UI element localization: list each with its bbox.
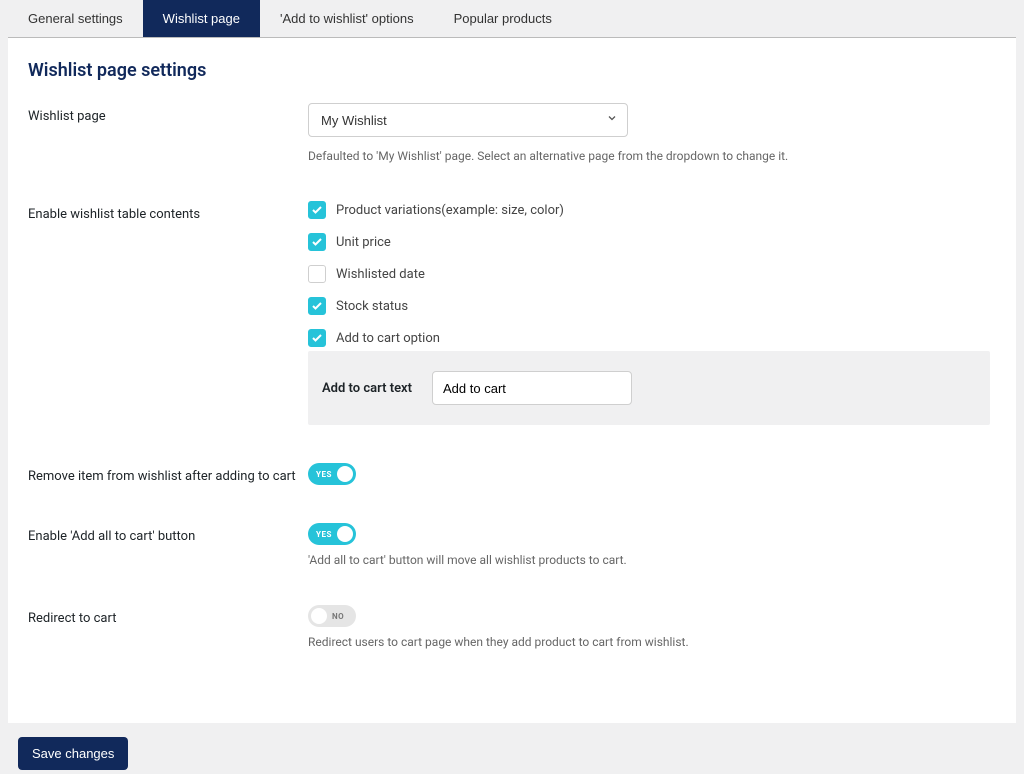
toggle-knob xyxy=(337,466,353,482)
checkbox-label: Product variations(example: size, color) xyxy=(336,203,564,218)
tab-popular-products[interactable]: Popular products xyxy=(434,0,572,37)
tab-general-settings[interactable]: General settings xyxy=(8,0,143,37)
checkbox-unit-price[interactable] xyxy=(308,233,326,251)
checkbox-wishlisted-date[interactable] xyxy=(308,265,326,283)
settings-tabs: General settings Wishlist page 'Add to w… xyxy=(8,0,1016,38)
remove-after-add-toggle[interactable]: YES xyxy=(308,463,356,485)
wishlist-page-settings-panel: Wishlist page settings Wishlist page Def… xyxy=(8,38,1016,723)
table-contents-list: Product variations(example: size, color)… xyxy=(308,201,996,347)
toggle-knob xyxy=(337,526,353,542)
remove-after-add-label: Remove item from wishlist after adding t… xyxy=(28,463,308,484)
redirect-desc: Redirect users to cart page when they ad… xyxy=(308,635,996,649)
add-all-label: Enable 'Add all to cart' button xyxy=(28,523,308,544)
wishlist-page-select[interactable] xyxy=(308,103,628,137)
redirect-label: Redirect to cart xyxy=(28,605,308,626)
wishlist-page-label: Wishlist page xyxy=(28,103,308,124)
add-to-cart-text-input[interactable] xyxy=(432,371,632,405)
toggle-knob xyxy=(311,608,327,624)
checkbox-stock-status[interactable] xyxy=(308,297,326,315)
add-all-toggle[interactable]: YES xyxy=(308,523,356,545)
checkbox-label: Wishlisted date xyxy=(336,267,425,282)
panel-title: Wishlist page settings xyxy=(8,60,1016,99)
checkbox-label: Add to cart option xyxy=(336,331,440,346)
tab-add-to-wishlist-options[interactable]: 'Add to wishlist' options xyxy=(260,0,434,37)
add-to-cart-text-panel: Add to cart text xyxy=(308,351,990,425)
checkbox-label: Unit price xyxy=(336,235,391,250)
table-contents-label: Enable wishlist table contents xyxy=(28,201,308,222)
toggle-text: YES xyxy=(308,530,332,539)
tab-wishlist-page[interactable]: Wishlist page xyxy=(143,0,260,37)
add-to-cart-text-label: Add to cart text xyxy=(322,381,412,396)
save-changes-button[interactable]: Save changes xyxy=(18,737,128,770)
add-all-desc: 'Add all to cart' button will move all w… xyxy=(308,553,996,567)
checkbox-product-variations[interactable] xyxy=(308,201,326,219)
wishlist-page-desc: Defaulted to 'My Wishlist' page. Select … xyxy=(308,149,996,163)
redirect-toggle[interactable]: NO xyxy=(308,605,356,627)
checkbox-label: Stock status xyxy=(336,299,408,314)
toggle-text: YES xyxy=(308,470,332,479)
checkbox-add-to-cart-option[interactable] xyxy=(308,329,326,347)
footer-bar: Save changes xyxy=(8,723,1016,774)
